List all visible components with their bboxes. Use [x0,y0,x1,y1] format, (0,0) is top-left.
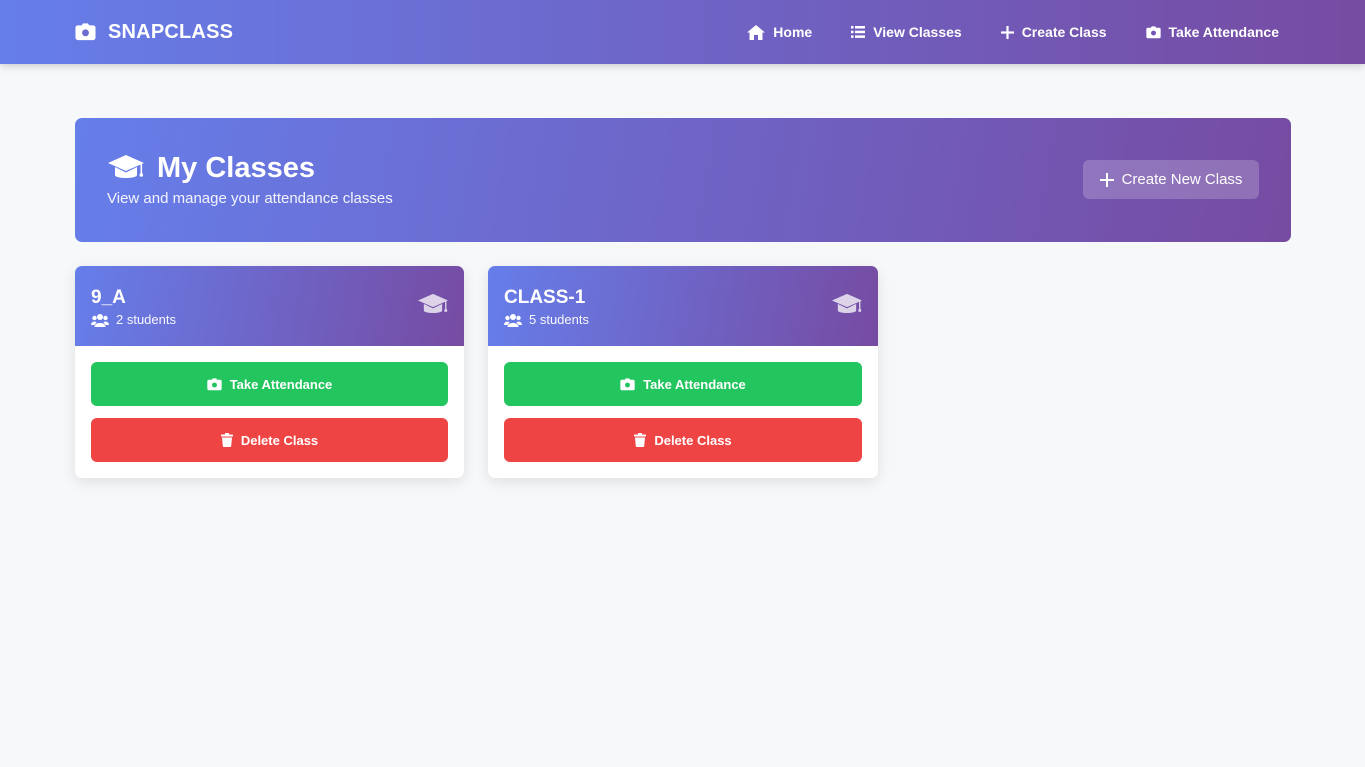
home-icon [747,24,766,40]
nav-take-attendance[interactable]: Take Attendance [1145,24,1279,40]
class-card-header: 9_A 2 students [75,266,464,346]
take-attendance-label: Take Attendance [229,376,333,392]
navbar: SNAPCLASS Home View Classes Create Class… [0,0,1365,64]
trash-icon [634,433,647,447]
delete-class-button[interactable]: Delete Class [91,418,448,462]
nav-view-classes-label: View Classes [873,24,962,40]
users-icon [91,313,109,327]
class-card-header: CLASS-1 5 students [488,266,878,346]
page-subtitle: View and manage your attendance classes [107,190,393,207]
page-title-text: My Classes [157,152,315,184]
class-card: 9_A 2 students Take Attendance Delete Cl… [75,266,464,478]
nav-home-label: Home [773,24,813,40]
nav-links: Home View Classes Create Class Take Atte… [747,0,1279,64]
nav-create-class-label: Create Class [1021,24,1107,40]
camera-icon [1145,25,1161,39]
delete-class-label: Delete Class [654,432,732,448]
page-title: My Classes [107,152,315,185]
nav-view-classes[interactable]: View Classes [851,24,962,40]
student-count: 2 students [91,312,176,327]
student-count-label: 2 students [116,312,176,327]
nav-home[interactable]: Home [747,24,812,40]
nav-create-class[interactable]: Create Class [1000,24,1107,40]
nav-take-attendance-label: Take Attendance [1168,24,1279,40]
plus-icon [1099,172,1114,187]
take-attendance-button[interactable]: Take Attendance [91,362,448,406]
student-count: 5 students [504,312,589,327]
class-name: 9_A [91,287,126,308]
graduation-cap-icon [107,154,145,184]
take-attendance-button[interactable]: Take Attendance [504,362,862,406]
page-header: My Classes View and manage your attendan… [75,118,1291,242]
take-attendance-label: Take Attendance [643,376,746,392]
class-name: CLASS-1 [504,287,586,308]
camera-icon [620,377,635,391]
camera-icon [75,23,96,41]
users-icon [504,313,522,327]
student-count-label: 5 students [529,312,589,327]
delete-class-button[interactable]: Delete Class [504,418,862,462]
class-card: CLASS-1 5 students Take Attendance Delet… [488,266,878,478]
list-icon [851,26,866,38]
trash-icon [220,433,233,447]
graduation-cap-icon [831,293,863,318]
brand-link[interactable]: SNAPCLASS [75,0,233,64]
delete-class-label: Delete Class [240,432,319,448]
create-new-class-label: Create New Class [1121,171,1243,188]
camera-icon [207,377,222,391]
plus-icon [1000,25,1014,39]
brand-name: SNAPCLASS [108,20,234,43]
create-new-class-button[interactable]: Create New Class [1083,160,1259,199]
graduation-cap-icon [417,293,449,318]
